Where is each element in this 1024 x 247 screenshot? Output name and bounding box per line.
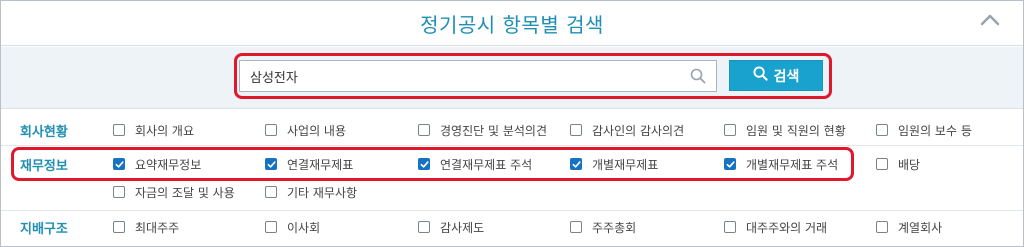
option-label: 임원 및 직원의 현황: [746, 123, 846, 138]
option-label: 개별재무제표: [592, 157, 659, 172]
checkbox[interactable]: [876, 221, 888, 233]
section-label-company: 회사현황: [20, 125, 68, 140]
option-0-4[interactable]: 임원 및 직원의 현황: [724, 121, 846, 139]
checkbox[interactable]: [113, 221, 125, 233]
checkbox[interactable]: [418, 221, 430, 233]
option-2-3[interactable]: 주주총회: [570, 218, 636, 236]
section-label-financial: 재무정보: [20, 159, 68, 174]
option-2-0[interactable]: 최대주주: [113, 218, 179, 236]
checkbox-checked[interactable]: [418, 158, 430, 170]
checkbox-checked[interactable]: [724, 158, 736, 170]
option-0-3[interactable]: 감사인의 감사의견: [570, 121, 684, 139]
option-1-7[interactable]: 기타 재무사항: [265, 183, 357, 201]
search-button-label: 검색: [773, 68, 800, 85]
option-1-0[interactable]: 요약재무정보: [113, 155, 201, 173]
option-1-4[interactable]: 개별재무제표 주석: [724, 155, 838, 173]
panel-header: 정기공시 항목별 검색: [1, 1, 1023, 46]
option-2-1[interactable]: 이사회: [265, 218, 320, 236]
option-1-1[interactable]: 연결재무제표: [265, 155, 353, 173]
checkbox[interactable]: [113, 186, 125, 198]
option-label: 감사인의 감사의견: [592, 123, 685, 138]
option-label: 배당: [898, 157, 921, 172]
divider: [1, 210, 1023, 211]
option-2-2[interactable]: 감사제도: [418, 218, 484, 236]
checkbox-checked[interactable]: [570, 158, 582, 170]
option-label: 연결재무제표 주석: [440, 157, 533, 172]
option-0-1[interactable]: 사업의 내용: [265, 121, 346, 139]
search-input[interactable]: [250, 61, 680, 91]
checkbox[interactable]: [265, 221, 277, 233]
option-label: 연결재무제표: [287, 157, 354, 172]
checkbox[interactable]: [724, 124, 736, 136]
option-label: 회사의 개요: [135, 123, 195, 138]
option-label: 사업의 내용: [287, 123, 347, 138]
option-label: 개별재무제표 주석: [746, 157, 839, 172]
search-field: [239, 60, 717, 92]
checkbox[interactable]: [265, 186, 277, 198]
option-0-5[interactable]: 임원의 보수 등: [876, 121, 972, 139]
search-icon: [753, 66, 768, 85]
checkbox[interactable]: [113, 124, 125, 136]
checkbox[interactable]: [876, 158, 888, 170]
option-label: 요약재무정보: [135, 157, 202, 172]
option-label: 이사회: [287, 220, 321, 235]
option-label: 경영진단 및 분석의견: [440, 123, 547, 138]
checkbox-checked[interactable]: [265, 158, 277, 170]
option-1-2[interactable]: 연결재무제표 주석: [418, 155, 532, 173]
option-1-6[interactable]: 자금의 조달 및 사용: [113, 183, 235, 201]
option-2-5[interactable]: 계열회사: [876, 218, 942, 236]
checkbox[interactable]: [418, 124, 430, 136]
page-title: 정기공시 항목별 검색: [420, 13, 604, 37]
option-2-4[interactable]: 대주주와의 거래: [724, 218, 827, 236]
option-label: 주주총회: [592, 220, 637, 235]
checkbox-checked[interactable]: [113, 158, 125, 170]
checkbox[interactable]: [724, 221, 736, 233]
option-label: 대주주와의 거래: [746, 220, 828, 235]
search-icon[interactable]: [690, 68, 706, 84]
checkbox[interactable]: [876, 124, 888, 136]
chevron-up-icon[interactable]: [979, 9, 1001, 31]
checkbox[interactable]: [265, 124, 277, 136]
option-label: 감사제도: [440, 220, 485, 235]
option-label: 최대주주: [135, 220, 180, 235]
option-label: 계열회사: [898, 220, 943, 235]
section-label-governance: 지배구조: [20, 222, 68, 237]
checkbox[interactable]: [570, 221, 582, 233]
search-button[interactable]: 검색: [729, 60, 823, 91]
option-label: 임원의 보수 등: [898, 123, 972, 138]
checkbox[interactable]: [570, 124, 582, 136]
option-label: 자금의 조달 및 사용: [135, 185, 235, 200]
option-0-2[interactable]: 경영진단 및 분석의견: [418, 121, 547, 139]
option-label: 기타 재무사항: [287, 185, 358, 200]
option-1-3[interactable]: 개별재무제표: [570, 155, 658, 173]
option-0-0[interactable]: 회사의 개요: [113, 121, 194, 139]
option-1-5[interactable]: 배당: [876, 155, 920, 173]
divider: [1, 145, 1023, 146]
